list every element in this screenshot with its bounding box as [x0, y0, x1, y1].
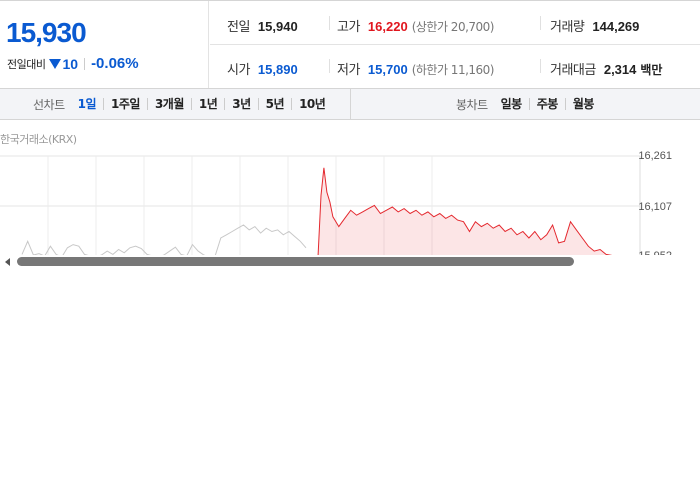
stat-prev-close: 전일 15,940: [227, 16, 298, 35]
stat-value: 144,269: [592, 19, 640, 34]
period-3m[interactable]: 3개월: [146, 98, 191, 110]
period-5y[interactable]: 5년: [257, 98, 291, 110]
stat-value: 2,314: [603, 62, 637, 77]
previous-day-line: [21, 224, 307, 255]
stat-label: 시가: [227, 63, 250, 78]
stat-label: 전일: [227, 20, 250, 35]
stat-low: 저가 15,700 (하한가 11,160): [337, 59, 494, 78]
price-chart: [0, 155, 641, 265]
chart-period-toolbar: 선차트 1일 1주일 3개월 1년 3년 5년 10년 봉차트 일봉 주봉 월봉: [0, 89, 700, 120]
divider: [540, 16, 541, 30]
stat-trade-value: 거래대금 2,314 백만: [550, 59, 662, 78]
stat-open: 시가 15,890: [227, 59, 298, 78]
candle-weekly[interactable]: 주봉: [528, 98, 565, 110]
candle-chart-title: 봉차트: [456, 97, 488, 112]
y-tick-label: 16,107: [638, 201, 672, 213]
period-1w[interactable]: 1주일: [103, 98, 147, 110]
stat-value: 15,890: [257, 62, 298, 77]
change-percent: -0.06%: [91, 55, 139, 72]
divider: [329, 16, 330, 30]
change-label: 전일대비: [7, 57, 46, 71]
divider: [540, 59, 541, 73]
quote-summary: 15,930 전일대비 10 -0.06% 전일 15,940 고가 16,22…: [0, 0, 700, 89]
upper-limit: (상한가 20,700): [411, 20, 495, 34]
stat-label: 고가: [337, 20, 360, 35]
period-10y[interactable]: 10년: [291, 98, 332, 110]
candle-daily[interactable]: 일봉: [498, 98, 529, 110]
toolbar-divider: [350, 89, 351, 119]
stat-volume: 거래량 144,269: [550, 16, 639, 35]
current-price: 15,930: [6, 17, 87, 48]
y-tick-label: 16,261: [638, 150, 672, 162]
candle-monthly[interactable]: 월봉: [564, 98, 601, 110]
stat-label: 거래량: [550, 20, 585, 35]
candle-chart-periods: 봉차트 일봉 주봉 월봉: [456, 89, 601, 119]
stat-label: 거래대금: [550, 63, 596, 78]
price-stats: 전일 15,940 고가 16,220 (상한가 20,700) 거래량 144…: [210, 1, 700, 88]
chart-scrollbar[interactable]: [0, 255, 700, 269]
period-3y[interactable]: 3년: [224, 98, 257, 110]
period-1d[interactable]: 1일: [75, 98, 103, 110]
scrollbar-thumb[interactable]: [17, 257, 574, 266]
row-divider: [210, 44, 700, 45]
stock-chart-widget: 15,930 전일대비 10 -0.06% 전일 15,940 고가 16,22…: [0, 0, 700, 270]
divider: [84, 57, 86, 70]
stat-value: 15,940: [257, 19, 298, 34]
scroll-left-icon[interactable]: [5, 258, 10, 266]
stat-label: 저가: [337, 63, 360, 78]
change-amount: 10: [62, 55, 79, 72]
price-change: 전일대비 10 -0.06%: [7, 55, 139, 72]
stat-value: 15,700: [367, 62, 408, 77]
price-box: 15,930 전일대비 10 -0.06%: [0, 1, 209, 88]
line-chart-periods: 선차트 1일 1주일 3개월 1년 3년 5년 10년: [33, 89, 332, 119]
lower-limit: (하한가 11,160): [411, 63, 495, 77]
stat-value: 16,220: [367, 19, 408, 34]
line-chart-title: 선차트: [33, 97, 65, 112]
stat-high: 고가 16,220 (상한가 20,700): [337, 16, 494, 35]
stat-unit: 백만: [640, 63, 663, 77]
down-triangle-icon: [49, 58, 62, 69]
divider: [329, 59, 330, 73]
period-1y[interactable]: 1년: [190, 98, 224, 110]
